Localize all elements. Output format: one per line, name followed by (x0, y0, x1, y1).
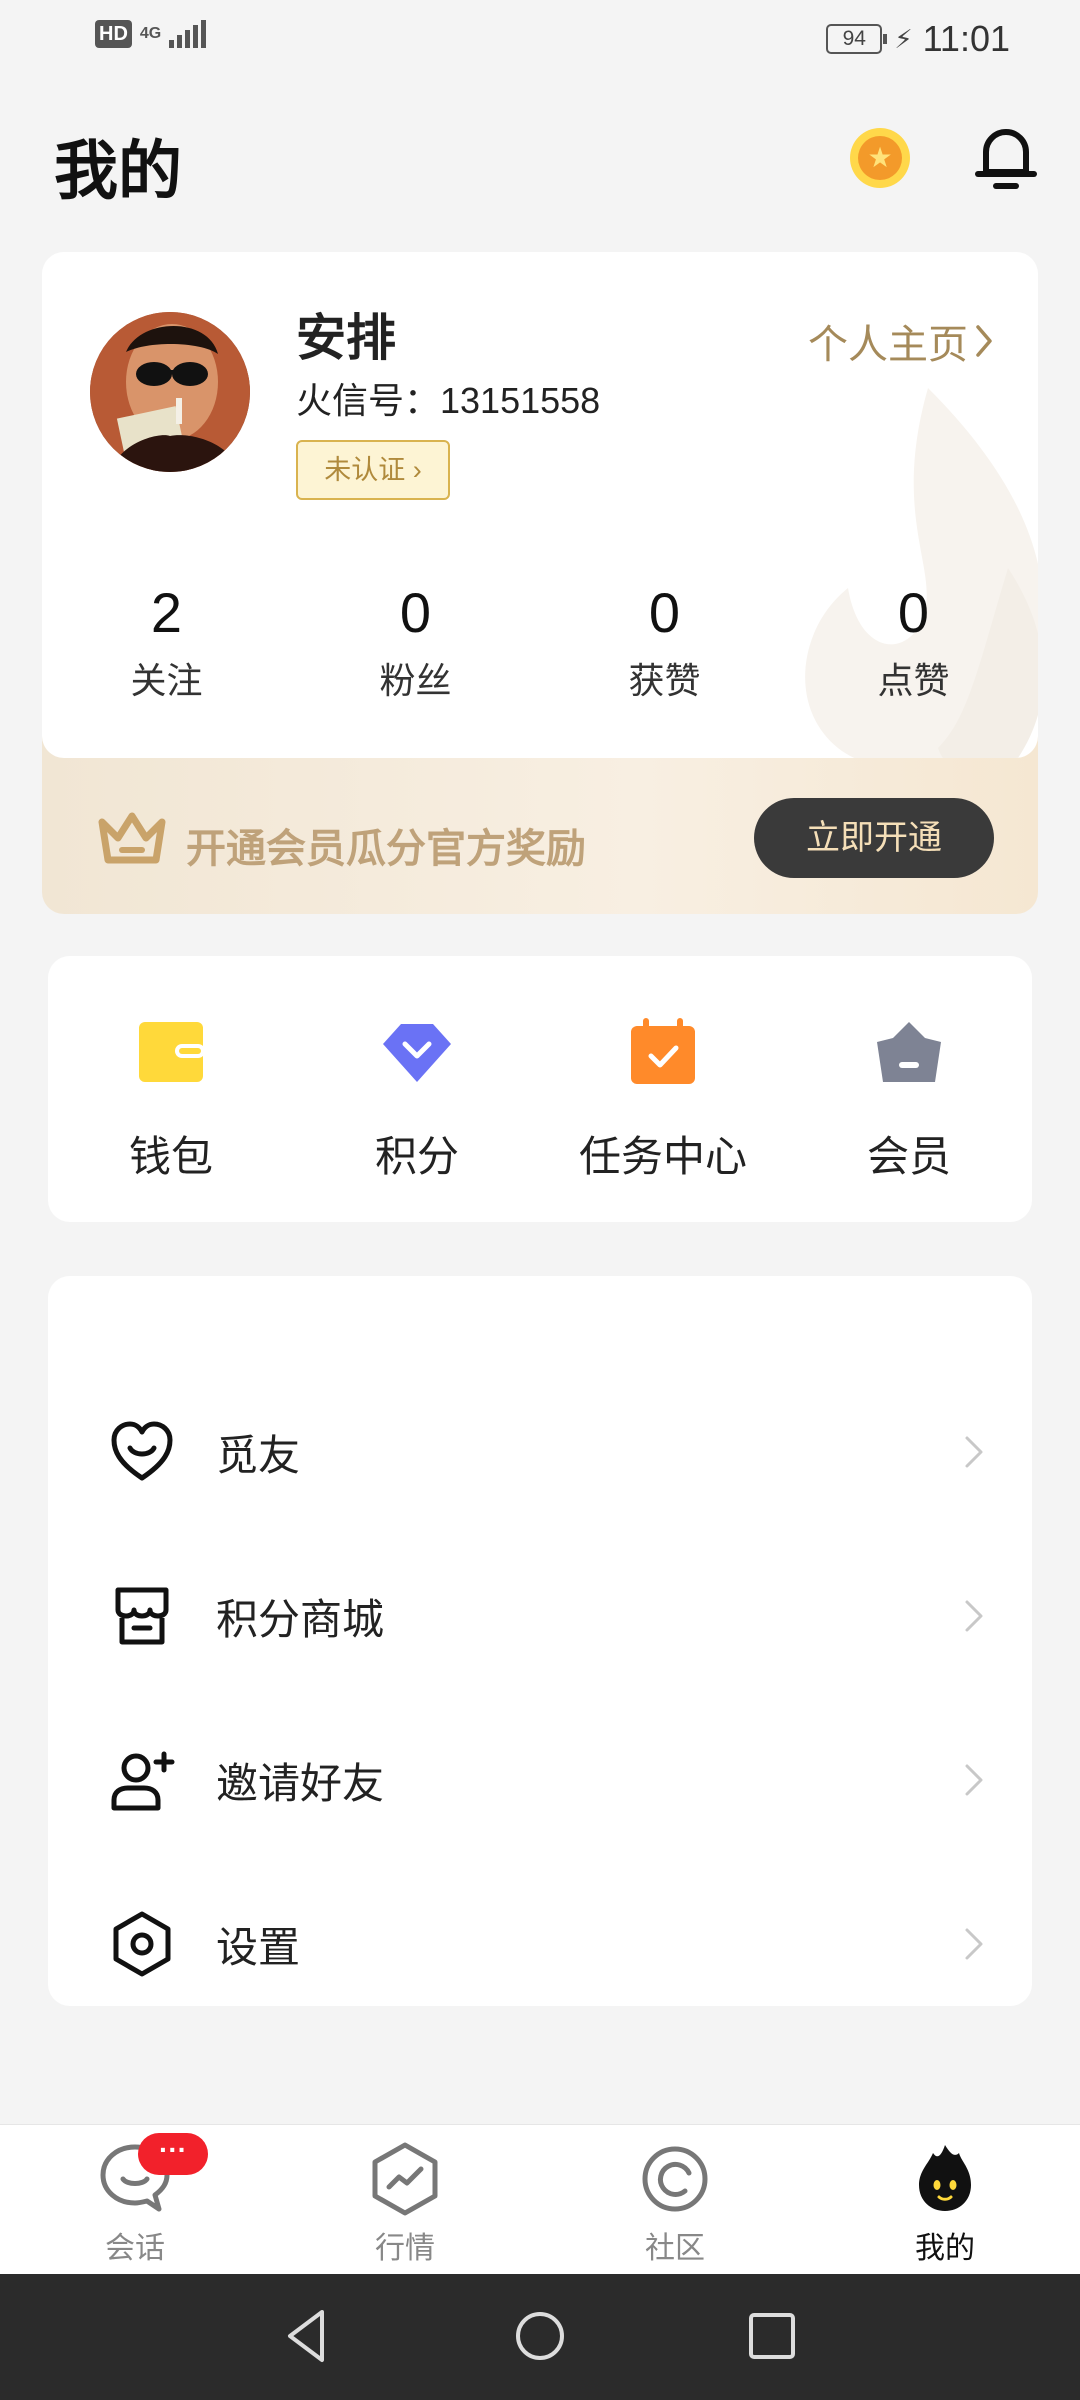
stat-value: 0 (897, 581, 930, 644)
quick-points[interactable]: 积分 (294, 956, 540, 1222)
user-id: 火信号：13151558 (296, 372, 600, 424)
menu-label: 邀请好友 (216, 1759, 385, 1807)
menu-label: 设置 (216, 1923, 301, 1971)
profile-card: 安排 火信号：13151558 未认证 › 个人主页 2 关注 0 粉丝 0 获… (42, 252, 1038, 758)
hd-badge: HD (95, 20, 132, 48)
menu-item-invite-friends[interactable]: 邀请好友 (48, 1720, 1032, 1840)
verification-label: 未认证 (324, 455, 406, 485)
crown-icon (98, 812, 166, 864)
stat-value: 2 (150, 581, 183, 644)
community-icon (642, 2146, 708, 2212)
market-icon (372, 2142, 438, 2216)
menu-list: 觅友 积分商城 邀请好友 设置 (48, 1276, 1032, 2006)
status-right: 94 ⚡ 11:01 (826, 18, 1010, 60)
verification-badge[interactable]: 未认证 › (296, 440, 450, 500)
signal-icon (169, 20, 207, 48)
avatar[interactable] (90, 312, 250, 472)
stat-value: 0 (399, 581, 432, 644)
menu-label: 积分商城 (216, 1595, 385, 1643)
user-id-label: 火信号： (296, 380, 441, 421)
activate-vip-button[interactable]: 立即开通 (754, 798, 994, 878)
menu-item-find-friends[interactable]: 觅友 (48, 1392, 1032, 1512)
settings-hexagon-icon (113, 1911, 171, 1977)
battery-level: 94 (842, 27, 866, 50)
system-nav-bar (0, 2274, 1080, 2400)
quick-wallet[interactable]: 钱包 (48, 956, 294, 1222)
quick-member[interactable]: 会员 (786, 956, 1032, 1222)
tab-label: 行情 (375, 2232, 435, 2265)
home-icon[interactable] (508, 2304, 572, 2368)
message-badge: ··· (138, 2133, 208, 2175)
wallet-icon (139, 1022, 205, 1082)
profile-stats: 2 关注 0 粉丝 0 获赞 0 点赞 (42, 582, 1038, 704)
member-crown-icon (877, 1022, 941, 1082)
stat-likes-received[interactable]: 0 获赞 (540, 582, 789, 704)
stat-label: 粉丝 (379, 660, 452, 701)
battery-icon: 94 (826, 24, 888, 54)
quick-label: 积分 (374, 1133, 459, 1180)
stat-label: 点赞 (877, 660, 950, 701)
back-icon[interactable] (276, 2304, 340, 2368)
page-title: 我的 (54, 135, 182, 207)
stat-following[interactable]: 2 关注 (42, 582, 291, 704)
vip-promo-text: 开通会员瓜分官方奖励 (186, 827, 586, 871)
network-indicators: HD 4G (95, 20, 207, 48)
tab-label: 社区 (645, 2232, 705, 2265)
stat-label: 关注 (130, 660, 203, 701)
chevron-right-icon (965, 1764, 983, 1796)
chevron-right-icon (965, 1436, 983, 1468)
recent-apps-icon[interactable] (740, 2304, 804, 2368)
quick-label: 钱包 (128, 1133, 213, 1180)
store-icon (115, 1587, 169, 1645)
homepage-label: 个人主页 (808, 323, 968, 367)
clock: 11:01 (922, 18, 1010, 59)
bell-icon[interactable] (972, 122, 1040, 194)
stat-likes-given[interactable]: 0 点赞 (789, 582, 1038, 704)
quick-label: 会员 (866, 1133, 951, 1180)
menu-item-settings[interactable]: 设置 (48, 1884, 1032, 2004)
heart-smile-icon (111, 1421, 173, 1481)
bottom-nav: 会话 ··· 行情 社区 我的 (0, 2124, 1080, 2274)
tab-mine[interactable]: 我的 (810, 2125, 1080, 2274)
stat-value: 0 (648, 581, 681, 644)
quick-actions: 钱包 积分 任务中心 会员 (48, 956, 1032, 1222)
coin-star-icon: ★ (858, 136, 902, 180)
menu-label: 觅友 (216, 1431, 301, 1479)
coin-icon[interactable]: ★ (850, 128, 910, 188)
tab-chat[interactable]: 会话 ··· (0, 2125, 270, 2274)
points-diamond-icon (383, 1024, 451, 1082)
network-type: 4G (139, 25, 162, 42)
user-id-value: 13151558 (440, 380, 601, 421)
chevron-right-icon (976, 325, 992, 357)
add-user-icon (111, 1751, 175, 1811)
flame-mascot-icon (919, 2145, 971, 2211)
chevron-right-icon: › (412, 455, 422, 485)
personal-homepage-link[interactable]: 个人主页 (808, 312, 994, 370)
stat-fans[interactable]: 0 粉丝 (291, 582, 540, 704)
status-bar: HD 4G 94 ⚡ 11:01 (0, 0, 1080, 80)
quick-task-center[interactable]: 任务中心 (540, 956, 786, 1222)
chevron-right-icon (965, 1600, 983, 1632)
quick-label: 任务中心 (578, 1133, 747, 1180)
tab-label: 会话 (105, 2232, 165, 2265)
menu-item-points-mall[interactable]: 积分商城 (48, 1556, 1032, 1676)
tab-community[interactable]: 社区 (540, 2125, 810, 2274)
username: 安排 (296, 310, 396, 366)
chevron-right-icon (965, 1928, 983, 1960)
tab-market[interactable]: 行情 (270, 2125, 540, 2274)
task-calendar-icon (631, 1018, 695, 1084)
tab-label: 我的 (915, 2232, 975, 2265)
stat-label: 获赞 (628, 660, 701, 701)
charging-icon: ⚡ (894, 23, 913, 54)
